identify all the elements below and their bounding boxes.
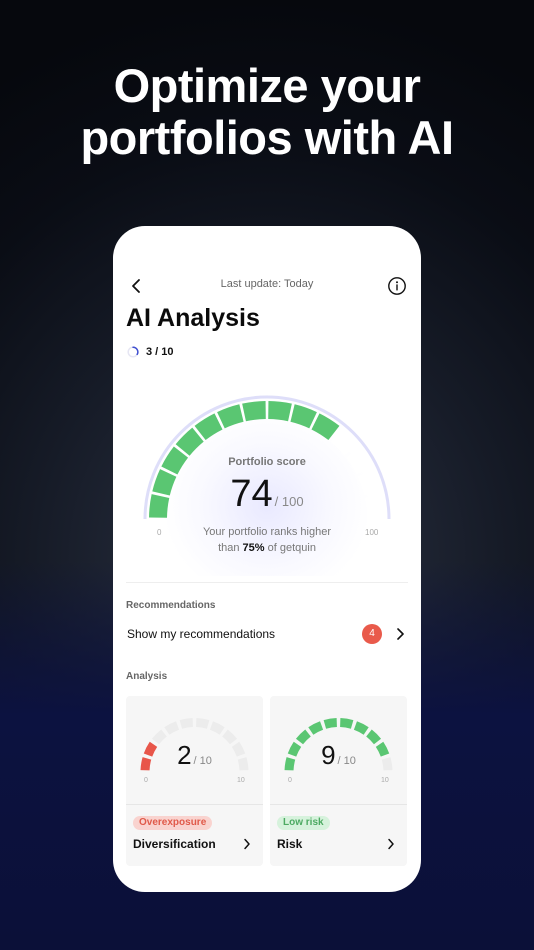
risk-card[interactable]: 9/ 10 0 10 Low risk Risk bbox=[270, 696, 407, 866]
risk-score-max: / 10 bbox=[337, 755, 356, 767]
diversification-card[interactable]: 2/ 10 0 10 Overexposure Diversification bbox=[126, 696, 263, 866]
info-icon[interactable] bbox=[387, 276, 407, 296]
risk-score-value: 9 bbox=[321, 740, 336, 770]
risk-score: 9/ 10 bbox=[270, 740, 407, 771]
page-title: AI Analysis bbox=[126, 304, 260, 332]
diversification-score-value: 2 bbox=[177, 740, 192, 770]
progress-spinner-icon bbox=[127, 346, 139, 358]
risk-axis-max: 10 bbox=[381, 777, 389, 784]
card-gauge-segment bbox=[308, 721, 324, 735]
progress-count: 3 / 10 bbox=[146, 346, 174, 358]
diversification-score: 2/ 10 bbox=[126, 740, 263, 771]
overexposure-tag: Overexposure bbox=[133, 816, 213, 830]
portfolio-gauge-segment bbox=[290, 404, 317, 429]
card-gauge-segment bbox=[340, 718, 354, 729]
rank-line-2: than 75% of getquin bbox=[113, 540, 421, 556]
portfolio-score-label: Portfolio score bbox=[228, 456, 306, 468]
low-risk-tag: Low risk bbox=[277, 816, 330, 830]
rank-line-1: Your portfolio ranks higher bbox=[202, 526, 331, 538]
chevron-right-icon bbox=[397, 628, 404, 640]
analysis-section-label: Analysis bbox=[126, 671, 168, 682]
portfolio-score: 74/ 100 bbox=[113, 473, 421, 516]
chevron-right-icon bbox=[388, 838, 394, 850]
phone-screen: Last update: Today AI Analysis 3 / 10 Po… bbox=[113, 226, 421, 892]
headline-line-1: Optimize your bbox=[113, 59, 421, 112]
last-update-text: Last update: Today bbox=[220, 278, 314, 290]
chevron-right-icon bbox=[244, 838, 250, 850]
rank-line-2-pre: than bbox=[218, 542, 243, 554]
portfolio-gauge-segment bbox=[217, 404, 244, 429]
show-recommendations-row[interactable]: Show my recommendations 4 bbox=[126, 622, 408, 646]
diversification-score-max: / 10 bbox=[193, 755, 212, 767]
risk-axis-min: 0 bbox=[288, 777, 292, 784]
card-gauge-segment bbox=[209, 721, 225, 735]
risk-title: Risk bbox=[277, 837, 303, 851]
recommendations-count-badge: 4 bbox=[362, 624, 382, 644]
portfolio-gauge-segment bbox=[268, 401, 292, 422]
rank-percent: 75% bbox=[242, 542, 265, 554]
recommendations-section-label: Recommendations bbox=[126, 600, 216, 611]
headline-line-2: portfolios with AI bbox=[80, 111, 454, 164]
card-divider bbox=[126, 804, 263, 805]
show-recommendations-text: Show my recommendations bbox=[127, 627, 276, 641]
card-gauge-segment bbox=[179, 718, 193, 729]
portfolio-score-max: / 100 bbox=[274, 494, 304, 509]
card-gauge-segment bbox=[196, 718, 210, 729]
card-divider bbox=[270, 804, 407, 805]
diversification-axis-min: 0 bbox=[144, 777, 148, 784]
card-gauge-segment bbox=[323, 718, 337, 729]
portfolio-rank-text: Your portfolio ranks higher than 75% of … bbox=[113, 524, 421, 556]
portfolio-score-value: 74 bbox=[230, 473, 273, 515]
card-gauge-segment bbox=[164, 721, 180, 735]
top-bar: Last update: Today bbox=[113, 276, 421, 296]
rank-line-2-post: of getquin bbox=[264, 542, 316, 554]
diversification-axis-max: 10 bbox=[237, 777, 245, 784]
portfolio-gauge-segment bbox=[242, 401, 266, 422]
diversification-title: Diversification bbox=[133, 837, 216, 851]
section-divider bbox=[126, 582, 408, 583]
analysis-progress: 3 / 10 bbox=[127, 345, 174, 359]
headline: Optimize your portfolios with AI bbox=[0, 60, 534, 164]
card-gauge-segment bbox=[353, 721, 369, 735]
